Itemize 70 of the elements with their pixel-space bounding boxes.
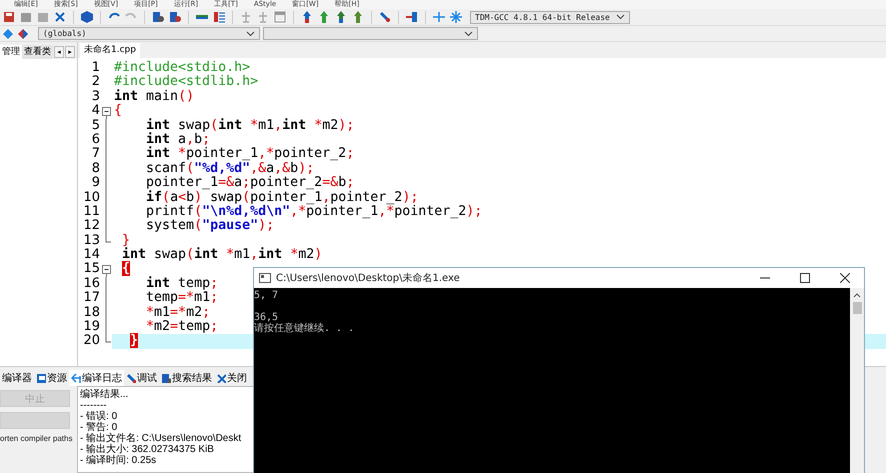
code-line: {: [113, 104, 122, 119]
panel-tab[interactable]: 查看类: [22, 44, 53, 58]
code-line: #include<stdio.h>: [113, 61, 250, 75]
code-line: printf("\n%d,%d\n",*pointer_1,*pointer_2);: [145, 204, 482, 219]
find-icon[interactable]: [151, 10, 165, 24]
code-line: system("pause");: [145, 219, 274, 234]
file-tab[interactable]: 未命名1.cpp: [80, 43, 140, 58]
compile-icon[interactable]: [300, 10, 314, 24]
log-line: - 编译时间: 0.25s: [80, 455, 158, 466]
log-line: --------: [80, 400, 108, 411]
panel-tab[interactable]: 资源: [34, 370, 69, 386]
fold-minus-icon[interactable]: [102, 104, 110, 120]
code-line: }: [121, 234, 130, 248]
scrollbar[interactable]: [850, 288, 864, 473]
option-label: orten compiler paths: [0, 434, 74, 443]
class-icon[interactable]: [2, 28, 14, 40]
code-line: temp=*m1;: [145, 291, 218, 306]
panel-tab[interactable]: 编译器: [0, 370, 34, 386]
code-line: pointer_1=&a;pointer_2=&b;: [145, 176, 354, 190]
console-line: 36,5: [254, 311, 278, 323]
resource-icon: [36, 372, 46, 382]
fold-minus-icon[interactable]: [102, 262, 110, 278]
debug-icon: [126, 372, 136, 382]
code-line: int swap(int *m1,int *m2): [121, 248, 322, 262]
compiler-dropdown[interactable]: TDM-GCC 4.8.1 64-bit Release: [470, 10, 630, 24]
log-line: - 输出文件名: C:\Users\lenovo\Deskt: [80, 433, 242, 444]
run-icon[interactable]: [317, 10, 331, 24]
caret-icon: [616, 14, 625, 20]
code-line: if(a<b) swap(pointer_1,pointer_2);: [145, 190, 418, 205]
panel-tab[interactable]: 搜索结果: [159, 370, 214, 386]
code-line: int *pointer_1,*pointer_2;: [145, 147, 354, 162]
caret-icon: [246, 30, 255, 36]
close-icon: [216, 372, 226, 382]
scroll-thumb[interactable]: [852, 302, 862, 314]
compile-run-icon[interactable]: [334, 10, 348, 24]
rebuild-icon[interactable]: [351, 10, 365, 24]
replace-icon[interactable]: [168, 10, 182, 24]
maximize-icon[interactable]: [800, 273, 810, 283]
save-icon[interactable]: [2, 10, 16, 24]
console-icon: [259, 273, 271, 283]
debug-icon[interactable]: [378, 10, 392, 24]
panel-tab[interactable]: 关闭: [214, 370, 249, 386]
scroll-up-icon[interactable]: [853, 292, 861, 298]
scope-dropdown[interactable]: (globals): [38, 27, 260, 40]
class-icon[interactable]: [17, 28, 29, 40]
code-line: int swap(int *m1,int *m2);: [145, 118, 354, 133]
bookmark-icon[interactable]: [212, 10, 226, 24]
log-line: - 输出大小: 362.02734375 KiB: [80, 444, 215, 455]
star-icon[interactable]: [449, 10, 463, 24]
code-line: *m2=temp;: [145, 320, 218, 334]
code-line: int a,b;: [145, 132, 210, 147]
console-line: 5, 7: [254, 290, 278, 301]
panel-tab[interactable]: 管理: [0, 44, 22, 58]
log-line: 编译结果...: [80, 389, 130, 400]
log-icon: [71, 372, 81, 382]
console-line: 请按任意键继续. . .: [254, 323, 354, 334]
log-line: - 错误: 0: [80, 411, 118, 422]
log-line: - 警告: 0: [80, 422, 118, 433]
stop-icon[interactable]: [405, 10, 419, 24]
code-line: #include<stdlib.h>: [113, 75, 258, 90]
code-line: *m1=*m2;: [145, 306, 210, 320]
search-icon: [161, 372, 171, 382]
code-line: int main(): [113, 90, 194, 104]
caret-icon: [464, 30, 473, 36]
panel-tab[interactable]: 编译日志: [69, 370, 124, 386]
code-line: scanf("%d,%d",&a,&b);: [145, 162, 314, 176]
code-line: int temp;: [145, 276, 218, 291]
window-title: C:\Users\lenovo\Desktop\未命名1.exe: [276, 272, 461, 285]
panel-tab[interactable]: 调试: [124, 370, 159, 386]
close-icon[interactable]: [840, 273, 850, 283]
